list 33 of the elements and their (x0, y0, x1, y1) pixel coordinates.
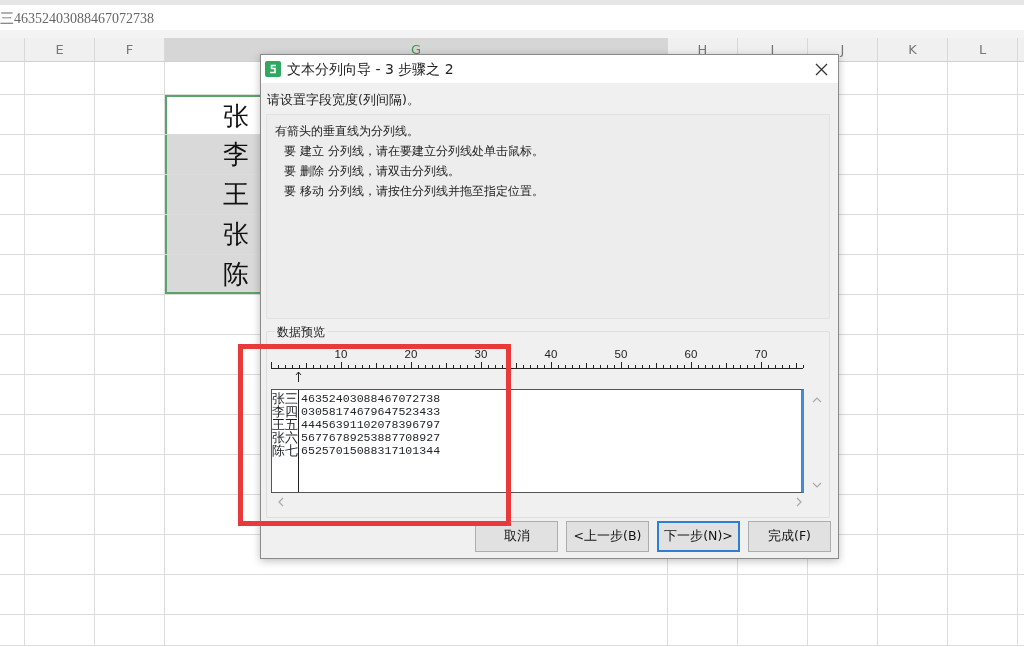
ruler-label: 60 (684, 347, 698, 360)
ruler-label: 30 (474, 347, 488, 360)
ruler-label: 40 (544, 347, 558, 360)
preview-name: 李四 (272, 404, 299, 418)
preview-name: 王五 (272, 417, 299, 431)
app-icon (265, 61, 281, 77)
preview-value: 65257015088317101344 (300, 443, 441, 457)
column-header[interactable]: E (25, 38, 95, 61)
scroll-left-icon[interactable] (276, 496, 286, 507)
instruction-text: 要 移动 分列线，请按住分列线并拖至指定位置。 (283, 182, 545, 200)
preview-value: 03058174679647523433 (300, 404, 441, 418)
instruction-text: 要 建立 分列线，请在要建立分列线处单击鼠标。 (283, 142, 545, 160)
wizard-button[interactable]: 完成(F) (748, 520, 831, 552)
ruler-label: 70 (754, 347, 768, 360)
preview-name: 陈七 (272, 443, 299, 457)
preview-name: 张六 (272, 430, 299, 444)
preview-name: 张三 (272, 391, 299, 405)
wizard-button[interactable]: 取消 (475, 520, 558, 552)
ruler-label: 50 (614, 347, 628, 360)
formula-text[interactable]: 三46352403088467072738 (0, 11, 154, 26)
preview-value: 44456391102078396797 (300, 417, 441, 431)
column-header[interactable]: L (948, 38, 1018, 61)
ruler-label: 20 (404, 347, 418, 360)
preview-value: 56776789253887708927 (300, 430, 441, 444)
column-header[interactable]: K (878, 38, 948, 61)
scroll-right-icon[interactable] (794, 496, 804, 507)
wizard-button[interactable]: 下一步(N)> (657, 520, 740, 552)
column-break-arrow[interactable] (295, 371, 302, 383)
dialog-title: 文本分列向导 - 3 步骤之 2 (287, 59, 454, 79)
ruler-label: 10 (334, 347, 348, 360)
close-icon[interactable] (815, 62, 828, 76)
wizard-button[interactable]: <上一步(B) (566, 520, 649, 552)
preview-value: 46352403088467072738 (300, 391, 441, 405)
